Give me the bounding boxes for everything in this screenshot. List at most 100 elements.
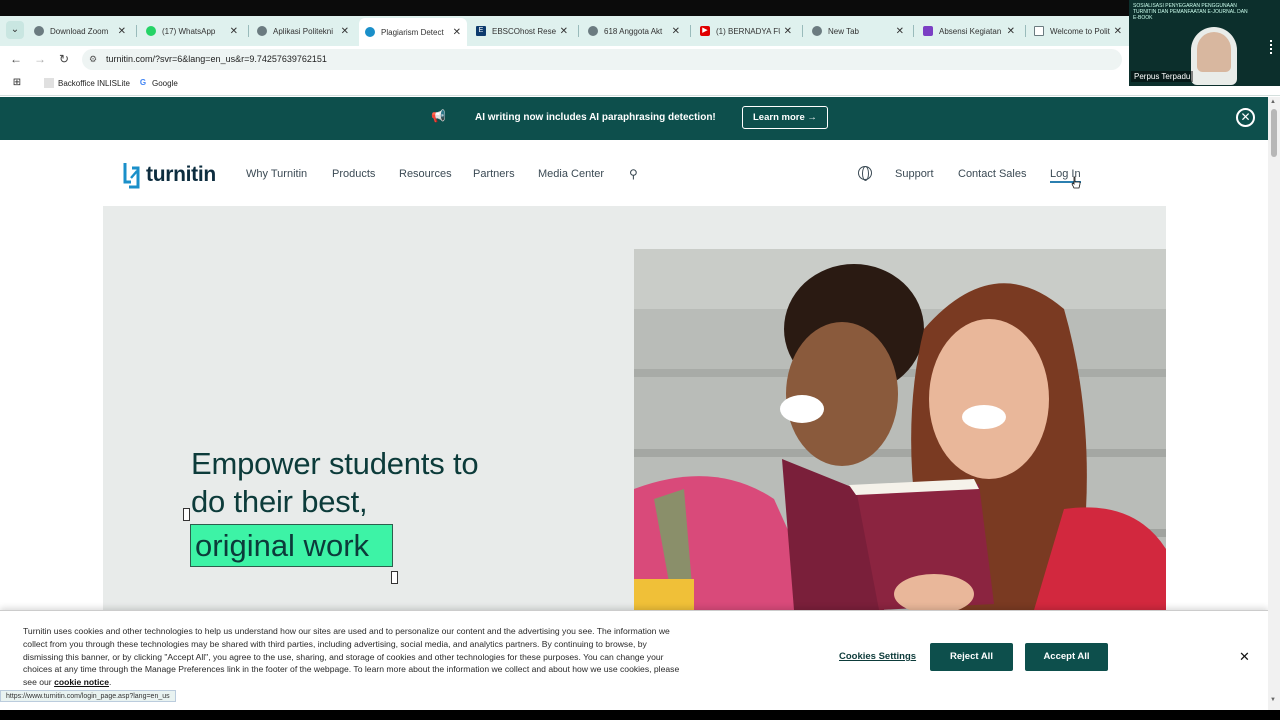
turnitin-logo-icon (123, 163, 140, 189)
close-icon[interactable]: ✕ (560, 26, 568, 37)
close-icon[interactable]: ✕ (341, 26, 349, 37)
close-icon[interactable]: ✕ (672, 26, 680, 37)
learn-more-button[interactable]: Learn more → (742, 106, 828, 129)
nav-contact-sales[interactable]: Contact Sales (958, 168, 1026, 180)
document-icon (1034, 26, 1044, 36)
arrow-right-icon: → (807, 112, 817, 123)
url-field[interactable]: ⚙ turnitin.com/?svr=6&lang=en_us&r=9.742… (82, 49, 1122, 70)
tab-search-icon[interactable]: ⌄ (6, 21, 24, 39)
hero-heading-line-2: do their best, (191, 484, 368, 519)
nav-partners[interactable]: Partners (473, 168, 515, 180)
reload-icon[interactable]: ↻ (56, 51, 72, 67)
scrollbar-thumb[interactable] (1271, 109, 1277, 157)
close-banner-icon[interactable]: ✕ (1236, 108, 1255, 127)
tab-ebscohost[interactable]: E EBSCOhost Resea ✕ (470, 20, 574, 42)
back-arrow-icon[interactable]: ← (8, 51, 24, 67)
nav-products[interactable]: Products (332, 168, 375, 180)
tab-aplikasi-politeknik[interactable]: Aplikasi Politekni ✕ (251, 20, 355, 42)
tab-label: EBSCOhost Resea (492, 26, 556, 36)
cookie-consent-banner: Turnitin uses cookies and other technolo… (0, 610, 1268, 710)
search-icon[interactable]: ⚲ (629, 167, 638, 181)
hero-heading-highlight: original work (190, 524, 393, 567)
megaphone-icon: 📢 (431, 109, 446, 123)
tab-label: Absensi Kegiatan (939, 26, 1002, 36)
tab-new-tab[interactable]: New Tab ✕ (806, 20, 910, 42)
nav-why-turnitin[interactable]: Why Turnitin (246, 168, 307, 180)
zoom-video-overlay[interactable]: SOSIALISASI PENYEGARAN PENGGUNAAN TURNIT… (1129, 0, 1280, 86)
tab-label: (1) BERNADYA FU (716, 26, 780, 36)
bookmark-label: Google (152, 78, 178, 88)
close-icon[interactable]: ✕ (453, 27, 461, 38)
accept-all-button[interactable]: Accept All (1025, 643, 1108, 671)
cookie-body: Turnitin uses cookies and other technolo… (23, 626, 680, 688)
close-cookie-icon[interactable]: ✕ (1239, 649, 1250, 665)
vertical-scrollbar[interactable]: ▲ ▼ (1268, 97, 1280, 710)
cookies-settings-link[interactable]: Cookies Settings (839, 651, 916, 662)
tab-label: Welcome to Polite (1050, 26, 1110, 36)
cookie-text: Turnitin uses cookies and other technolo… (23, 626, 680, 688)
window-top-strip (0, 0, 1280, 16)
close-icon[interactable]: ✕ (1114, 26, 1122, 37)
selection-handle-end[interactable] (391, 571, 398, 584)
cookie-notice-link[interactable]: cookie notice (54, 677, 109, 687)
tab-welcome-polite[interactable]: Welcome to Polite ✕ (1028, 20, 1128, 42)
site-navigation: turnitin Why Turnitin Products Resources… (0, 140, 1268, 206)
forward-arrow-icon[interactable]: → (32, 51, 48, 67)
browser-window: ⌄ Download Zoom ✕ (17) WhatsApp ✕ Aplika… (0, 0, 1280, 720)
participant-name: Perpus Terpadu (1131, 71, 1194, 82)
drag-handle-icon[interactable] (1270, 40, 1276, 54)
site-info-icon[interactable]: ⚙ (89, 49, 97, 70)
address-bar-row: ← → ↻ ⚙ turnitin.com/?svr=6&lang=en_us&r… (0, 46, 1280, 72)
close-icon[interactable]: ✕ (1007, 26, 1015, 37)
close-icon[interactable]: ✕ (118, 26, 126, 37)
nav-media-center[interactable]: Media Center (538, 168, 604, 180)
forms-icon (923, 26, 933, 36)
page-icon (44, 78, 54, 88)
tab-youtube[interactable]: ▶ (1) BERNADYA FU ✕ (694, 20, 798, 42)
globe-language-icon[interactable] (858, 166, 872, 181)
globe-icon (588, 26, 598, 36)
logo-wordmark: turnitin (146, 163, 216, 186)
google-icon: G (139, 78, 147, 87)
hero-heading-line-1: Empower students to (191, 446, 479, 481)
tab-label: Plagiarism Detect (381, 27, 444, 37)
scroll-up-icon[interactable]: ▲ (1270, 99, 1276, 105)
banner-message: AI writing now includes AI paraphrasing … (475, 112, 716, 123)
nav-resources[interactable]: Resources (399, 168, 452, 180)
learn-more-label: Learn more (753, 112, 805, 123)
close-icon[interactable]: ✕ (896, 26, 904, 37)
hand-cursor-icon (1071, 176, 1081, 189)
nav-support[interactable]: Support (895, 168, 934, 180)
tab-absensi[interactable]: Absensi Kegiatan ✕ (917, 20, 1021, 42)
tab-plagiarism-detection[interactable]: Plagiarism Detect ✕ (359, 18, 467, 46)
youtube-icon: ▶ (700, 26, 710, 36)
reject-all-button[interactable]: Reject All (930, 643, 1013, 671)
ebsco-icon: E (476, 26, 486, 36)
bookmark-backoffice[interactable]: Backoffice INLISLite (44, 78, 130, 88)
tab-label: 618 Anggota Akt (604, 26, 663, 36)
announcement-banner: 📢 AI writing now includes AI paraphrasin… (0, 97, 1268, 140)
globe-icon (257, 26, 267, 36)
tab-label: New Tab (828, 26, 859, 36)
tab-anggota[interactable]: 618 Anggota Akt ✕ (582, 20, 686, 42)
selection-handle-start[interactable] (183, 508, 190, 521)
bookmarks-bar: ⊞ Backoffice INLISLite G Google (0, 72, 1280, 96)
status-bar-url: https://www.turnitin.com/login_page.asp?… (0, 690, 176, 702)
scroll-down-icon[interactable]: ▼ (1270, 697, 1276, 703)
bookmark-label: Backoffice INLISLite (58, 78, 130, 88)
tab-label: (17) WhatsApp (162, 26, 216, 36)
globe-icon (34, 26, 44, 36)
turnitin-logo[interactable]: turnitin (122, 160, 216, 190)
tab-label: Aplikasi Politekni (273, 26, 334, 36)
url-text: turnitin.com/?svr=6&lang=en_us&r=9.74257… (106, 54, 327, 64)
apps-grid-icon[interactable]: ⊞ (12, 78, 22, 88)
tab-whatsapp[interactable]: (17) WhatsApp ✕ (140, 20, 244, 42)
close-icon[interactable]: ✕ (784, 26, 792, 37)
bookmark-google[interactable]: G Google (138, 78, 178, 88)
chrome-icon (812, 26, 822, 36)
close-icon[interactable]: ✕ (230, 26, 238, 37)
tab-download-zoom[interactable]: Download Zoom ✕ (28, 20, 132, 42)
participant-face (1197, 32, 1231, 72)
turnitin-icon (365, 27, 375, 37)
taskbar-edge (0, 710, 1280, 720)
